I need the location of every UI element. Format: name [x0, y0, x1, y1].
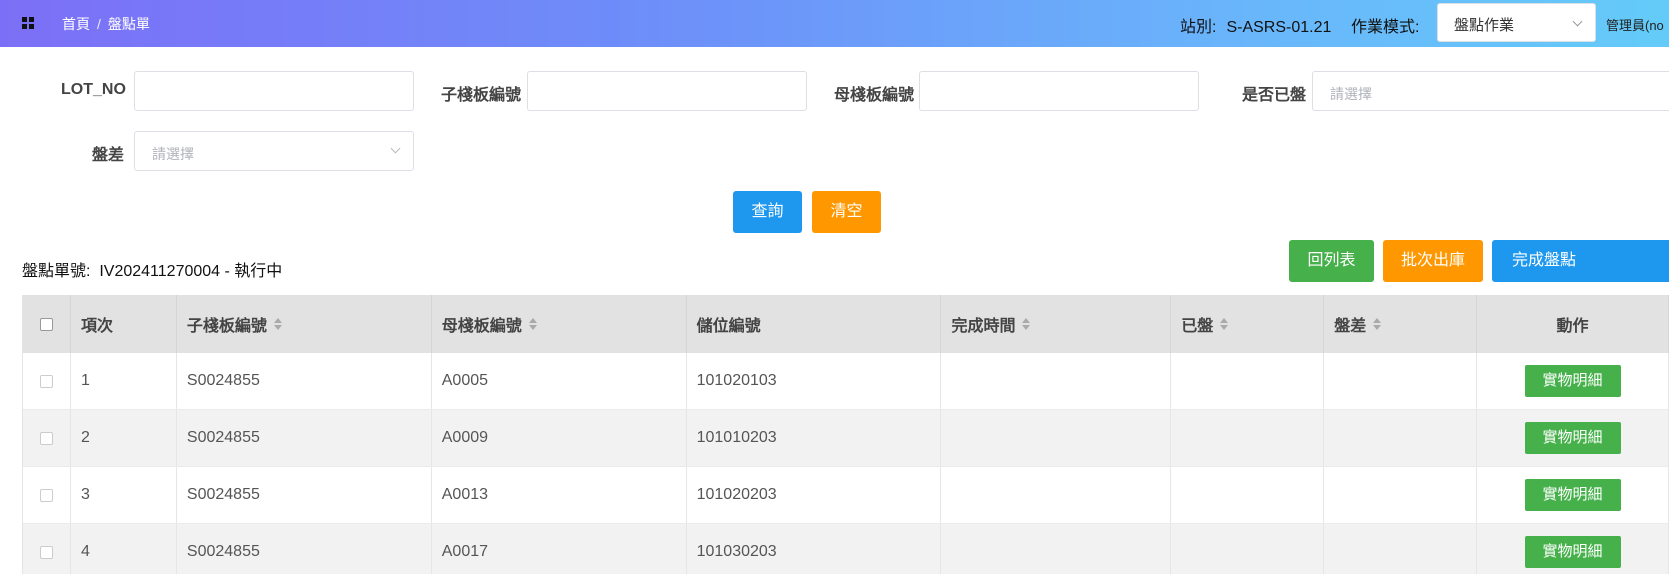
cell-location: 101020103 [687, 353, 942, 409]
diff-placeholder: 請選擇 [152, 146, 194, 162]
order-value: IV202411270004 - 執行中 [99, 263, 283, 280]
cell-location: 101010203 [687, 410, 942, 466]
breadcrumb-current: 盤點單 [107, 16, 150, 32]
mother-board-label: 母棧板編號 [834, 87, 915, 104]
breadcrumb-home[interactable]: 首頁 [62, 16, 90, 32]
child-board-label: 子棧板編號 [441, 87, 522, 104]
cell-location: 101030203 [687, 524, 942, 574]
lot-no-input[interactable] [134, 71, 414, 111]
cell-child-board: S0024855 [177, 467, 432, 523]
cell-mother-board: A0013 [432, 467, 687, 523]
cell-child-board: S0024855 [177, 410, 432, 466]
diff-label: 盤差 [92, 147, 125, 164]
table-row: 4 S0024855 A0017 101030203 實物明細 [23, 524, 1669, 574]
is-counted-select[interactable]: 請選擇 [1312, 71, 1669, 111]
column-header-counted[interactable]: 已盤 [1171, 295, 1325, 353]
diff-select[interactable]: 請選擇 [134, 131, 414, 171]
mode-label: 作業模式: [1351, 19, 1420, 36]
chevron-down-icon [390, 143, 401, 154]
column-header-location: 儲位編號 [687, 295, 942, 353]
cell-child-board: S0024855 [177, 353, 432, 409]
clear-button[interactable]: 清空 [812, 191, 881, 233]
mode-select-value: 盤點作業 [1454, 17, 1515, 34]
cell-counted [1171, 467, 1325, 523]
mode-select[interactable]: 盤點作業 [1437, 3, 1596, 42]
child-board-input[interactable] [527, 71, 807, 111]
sort-icon[interactable] [1220, 318, 1229, 330]
cell-no: 4 [71, 524, 177, 574]
cell-diff [1324, 524, 1478, 574]
back-to-list-button[interactable]: 回列表 [1289, 240, 1374, 282]
search-button[interactable]: 查詢 [733, 191, 802, 233]
cell-counted [1171, 353, 1325, 409]
cell-no: 1 [71, 353, 177, 409]
station-info: 站別: S-ASRS-01.21 [1180, 13, 1331, 37]
cell-diff [1324, 353, 1478, 409]
cell-mother-board: A0009 [432, 410, 687, 466]
station-value: S-ASRS-01.21 [1226, 19, 1332, 36]
item-detail-button[interactable]: 實物明細 [1524, 479, 1621, 511]
top-bar: 首頁 / 盤點單 站別: S-ASRS-01.21 作業模式: 盤點作業 管理員(no [0, 0, 1669, 47]
lot-no-label: LOT_NO [61, 81, 126, 98]
is-counted-placeholder: 請選擇 [1330, 86, 1372, 102]
column-header-mother-board[interactable]: 母棧板編號 [432, 295, 687, 353]
column-header-no: 項次 [71, 295, 177, 353]
table-row: 3 S0024855 A0013 101020203 實物明細 [23, 467, 1669, 524]
column-header-action: 動作 [1477, 295, 1669, 353]
column-header-child-board[interactable]: 子棧板編號 [177, 295, 432, 353]
cell-no: 2 [71, 410, 177, 466]
complete-count-button[interactable]: 完成盤點 [1492, 240, 1669, 282]
mother-board-input[interactable] [919, 71, 1199, 111]
main-panel: LOT_NO 子棧板編號 母棧板編號 是否已盤 請選擇 盤差 請選擇 查詢 清空… [0, 47, 1669, 574]
select-all-checkbox[interactable] [39, 317, 53, 331]
cell-done-time [941, 467, 1172, 523]
column-header-diff[interactable]: 盤差 [1324, 295, 1478, 353]
row-checkbox[interactable] [39, 374, 53, 388]
cell-counted [1171, 524, 1325, 574]
cell-no: 3 [71, 467, 177, 523]
cell-mother-board: A0005 [432, 353, 687, 409]
cell-mother-board: A0017 [432, 524, 687, 574]
cell-diff [1324, 467, 1478, 523]
cell-done-time [941, 410, 1172, 466]
row-checkbox[interactable] [39, 545, 53, 559]
sort-icon[interactable] [1373, 318, 1382, 330]
user-menu[interactable]: 管理員(no [1606, 15, 1664, 34]
sort-icon[interactable] [273, 318, 282, 330]
order-label: 盤點單號: [22, 263, 91, 280]
cell-diff [1324, 410, 1478, 466]
item-detail-button[interactable]: 實物明細 [1524, 422, 1621, 454]
cell-child-board: S0024855 [177, 524, 432, 574]
item-detail-button[interactable]: 實物明細 [1524, 365, 1621, 397]
cell-done-time [941, 353, 1172, 409]
column-header-done-time[interactable]: 完成時間 [941, 295, 1172, 353]
breadcrumb-separator: / [97, 16, 101, 32]
table-row: 2 S0024855 A0009 101010203 實物明細 [23, 410, 1669, 467]
order-info: 盤點單號: IV202411270004 - 執行中 [22, 257, 282, 281]
cell-counted [1171, 410, 1325, 466]
is-counted-label: 是否已盤 [1242, 87, 1307, 104]
table-row: 1 S0024855 A0005 101020103 實物明細 [23, 353, 1669, 410]
count-table: 項次 子棧板編號 母棧板編號 儲位編號 完成時間 已盤 盤差 動作 1 S002… [22, 295, 1669, 574]
station-label: 站別: [1180, 19, 1217, 36]
batch-outbound-button[interactable]: 批次出庫 [1383, 240, 1483, 282]
cell-done-time [941, 524, 1172, 574]
sort-icon[interactable] [1022, 318, 1031, 330]
breadcrumb: 首頁 / 盤點單 [62, 14, 150, 34]
apps-grid-icon[interactable] [22, 17, 34, 29]
chevron-down-icon [1572, 16, 1583, 27]
sort-icon[interactable] [528, 318, 537, 330]
cell-location: 101020203 [687, 467, 942, 523]
row-checkbox[interactable] [39, 431, 53, 445]
item-detail-button[interactable]: 實物明細 [1524, 536, 1621, 568]
table-header: 項次 子棧板編號 母棧板編號 儲位編號 完成時間 已盤 盤差 動作 [23, 295, 1669, 353]
row-checkbox[interactable] [39, 488, 53, 502]
